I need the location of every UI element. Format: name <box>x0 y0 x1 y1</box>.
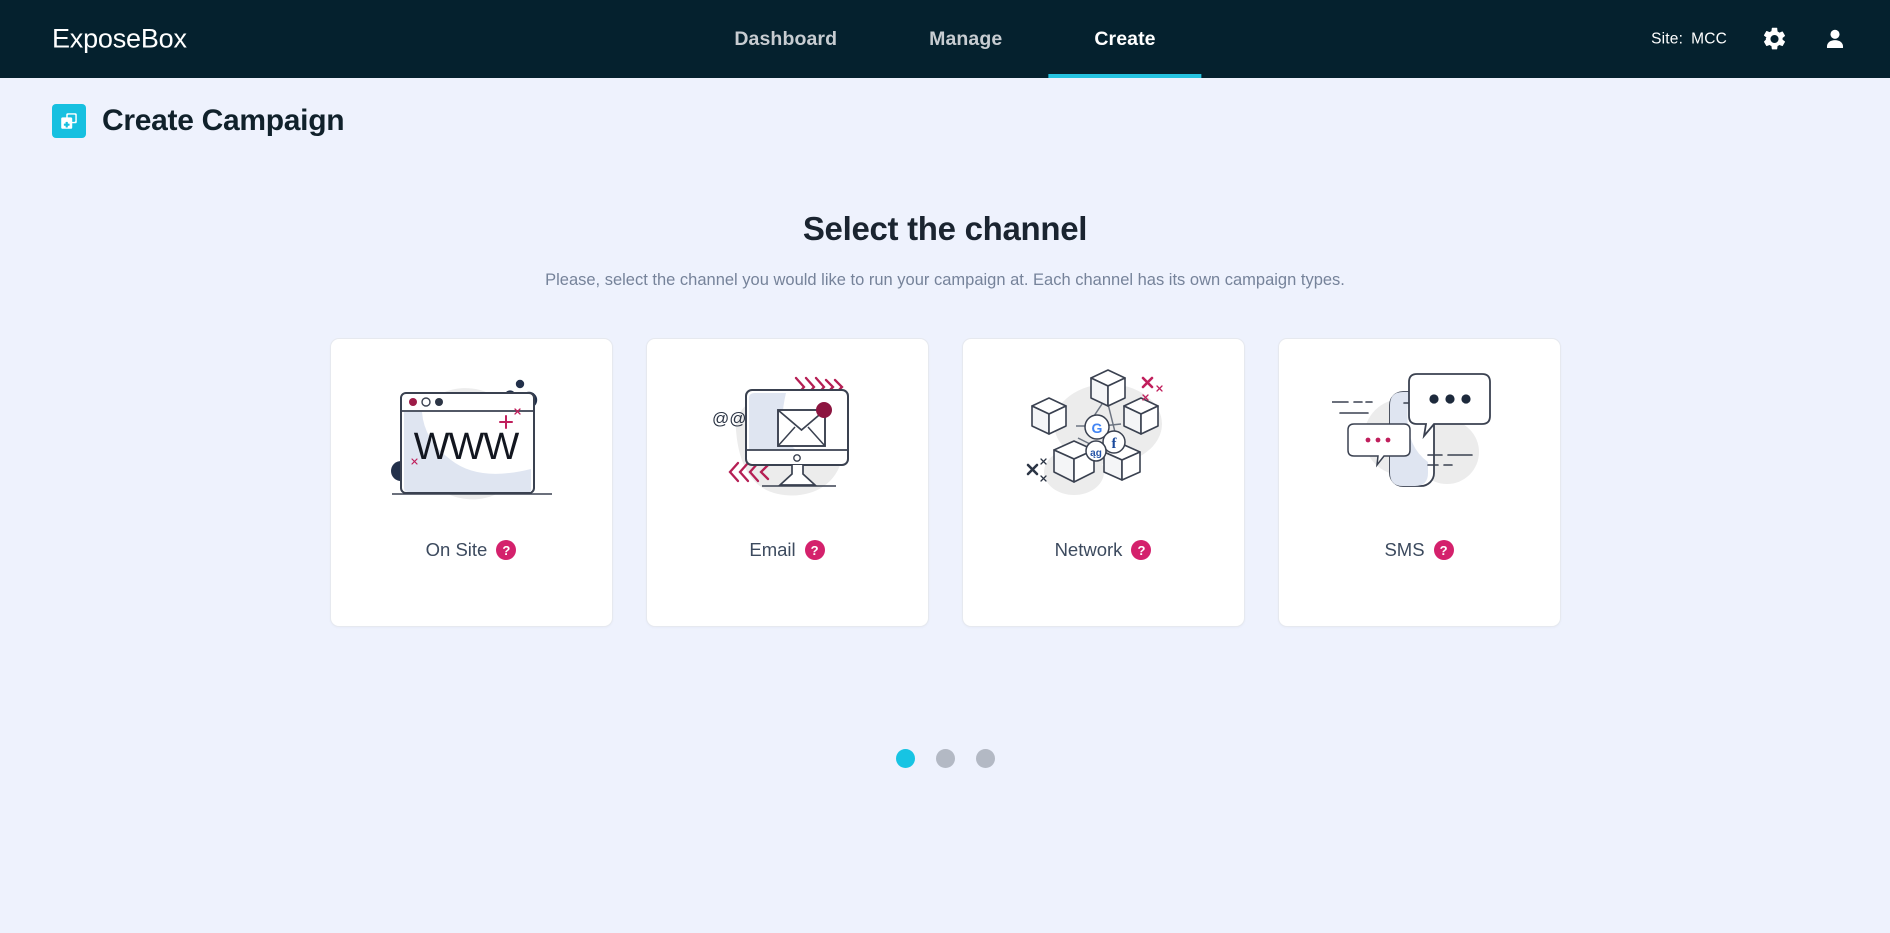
help-icon-network[interactable]: ? <box>1131 540 1152 560</box>
site-label-key: Site: <box>1651 30 1684 47</box>
top-navigation-bar: ExposeBox Dashboard Manage Create Site: M… <box>0 0 1890 78</box>
settings-button[interactable] <box>1761 26 1788 53</box>
on-site-illustration: WWW <box>331 339 612 539</box>
svg-text:G: G <box>1091 420 1102 436</box>
tab-manage[interactable]: Manage <box>883 0 1048 78</box>
nav-right-cluster: Site: MCC <box>1651 26 1848 53</box>
page-stage: Create Campaign Select the channel Pleas… <box>0 78 1890 933</box>
page-title: Create Campaign <box>102 104 345 137</box>
pagination-dots <box>0 749 1890 768</box>
monitor-envelope-icon: @@@ <box>712 376 849 496</box>
network-illustration: G f ąg <box>963 339 1244 539</box>
pagination-dot-2[interactable] <box>935 749 955 768</box>
brand-logo[interactable]: ExposeBox <box>52 24 187 55</box>
main-content: Select the channel Please, select the ch… <box>0 210 1890 627</box>
sms-illustration <box>1279 339 1560 539</box>
channel-card-network[interactable]: G f ąg Network ? <box>961 338 1245 627</box>
help-icon-on-site[interactable]: ? <box>496 540 517 560</box>
browser-window-www-icon: WWW <box>390 379 552 500</box>
cubes-social-network-icon: G f ąg <box>1026 369 1163 495</box>
pagination-dot-1[interactable] <box>895 749 915 768</box>
tab-create[interactable]: Create <box>1048 0 1202 78</box>
channel-label-sms: SMS ? <box>1384 539 1454 561</box>
email-illustration: @@@ <box>647 339 928 539</box>
phone-chat-bubbles-icon <box>1331 373 1491 487</box>
channel-card-email[interactable]: @@@ Email ? <box>645 338 929 627</box>
create-campaign-icon <box>52 104 86 138</box>
channel-card-list: WWW On Site ? @@@ Email ? G f ąg Network… <box>0 338 1890 627</box>
channel-card-on-site[interactable]: WWW On Site ? <box>329 338 613 627</box>
svg-text:ąg: ąg <box>1090 448 1102 459</box>
channel-label-on-site: On Site ? <box>426 539 517 561</box>
site-label-value: MCC <box>1691 30 1727 47</box>
channel-name-network: Network <box>1054 539 1123 560</box>
main-nav-tabs: Dashboard Manage Create <box>688 0 1202 78</box>
user-icon <box>1826 29 1844 48</box>
pagination-dot-3[interactable] <box>975 749 995 768</box>
site-selector[interactable]: Site: MCC <box>1651 30 1727 48</box>
channel-name-email: Email <box>749 539 796 560</box>
page-header: Create Campaign <box>0 78 1890 138</box>
tab-dashboard[interactable]: Dashboard <box>688 0 883 78</box>
help-icon-sms[interactable]: ? <box>1433 540 1454 560</box>
channel-name-on-site: On Site <box>425 539 488 560</box>
channel-card-sms[interactable]: SMS ? <box>1277 338 1561 627</box>
gear-icon <box>1763 27 1786 50</box>
document-plus-icon <box>61 113 77 129</box>
section-subtitle: Please, select the channel you would lik… <box>545 271 1345 289</box>
help-icon-email[interactable]: ? <box>804 540 825 560</box>
channel-label-network: Network ? <box>1055 539 1152 561</box>
account-button[interactable] <box>1822 26 1848 52</box>
channel-name-sms: SMS <box>1384 539 1425 560</box>
section-title: Select the channel <box>802 210 1088 247</box>
svg-text:WWW: WWW <box>413 426 519 468</box>
channel-label-email: Email ? <box>749 539 825 561</box>
